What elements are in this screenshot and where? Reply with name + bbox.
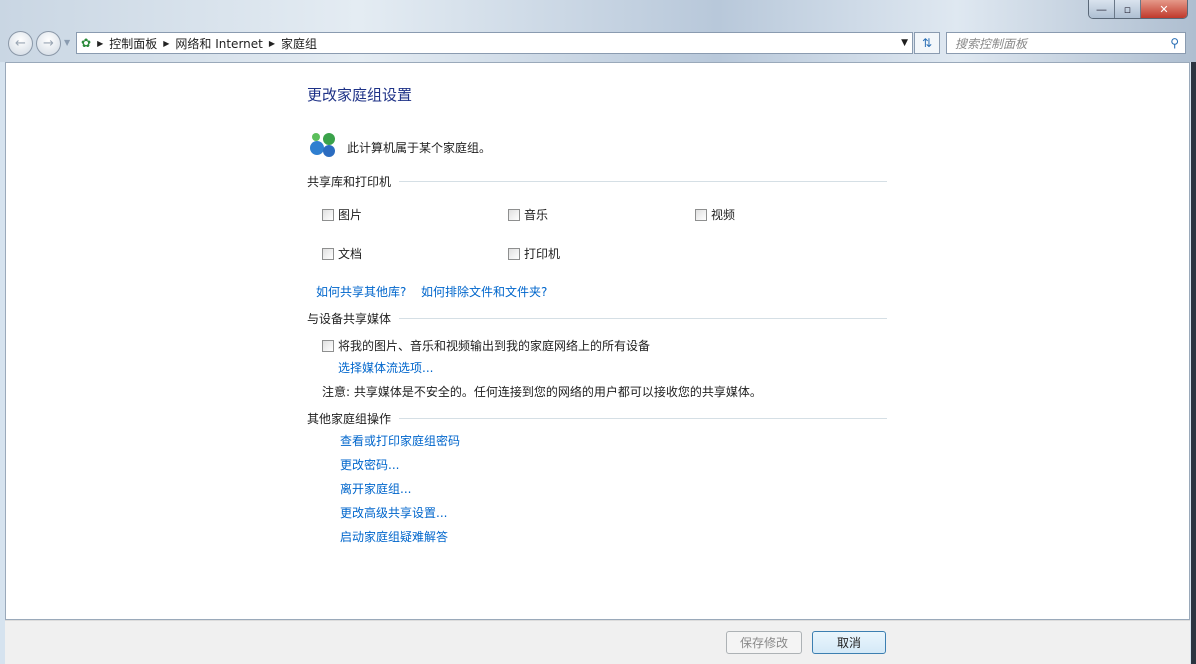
section-label: 与设备共享媒体 [307,310,391,327]
chevron-right-icon[interactable]: ▶ [163,39,169,48]
address-bar[interactable]: ✿ ▶ 控制面板 ▶ 网络和 Internet ▶ 家庭组 ▼ [76,32,913,54]
search-input[interactable]: 搜索控制面板 ⚲ [946,32,1186,54]
checkbox-videos[interactable]: 视频 [695,206,735,223]
footer-bar [5,620,1190,664]
checkbox-printers[interactable]: 打印机 [508,245,560,262]
checkbox-music[interactable]: 音乐 [508,206,548,223]
section-other-header: 其他家庭组操作 [307,410,887,427]
checkbox-label: 图片 [338,206,362,223]
section-libraries-header: 共享库和打印机 [307,173,887,190]
search-placeholder: 搜索控制面板 [955,35,1027,52]
checkbox-pictures[interactable]: 图片 [322,206,362,223]
checkbox-label: 打印机 [524,245,560,262]
checkbox-label: 视频 [711,206,735,223]
checkbox-label: 将我的图片、音乐和视频输出到我的家庭网络上的所有设备 [338,337,650,354]
homegroup-icon: ✿ [81,36,91,50]
link-leave-homegroup[interactable]: 离开家庭组... [340,480,411,497]
checkbox-documents[interactable]: 文档 [322,245,362,262]
checkbox-label: 音乐 [524,206,548,223]
link-change-password[interactable]: 更改密码... [340,456,399,473]
refresh-button[interactable]: ⇅ [914,32,940,54]
link-exclude-files[interactable]: 如何排除文件和文件夹? [421,283,547,300]
checkbox-label: 文档 [338,245,362,262]
chevron-right-icon[interactable]: ▶ [269,39,275,48]
chevron-right-icon[interactable]: ▶ [97,39,103,48]
link-media-streaming-options[interactable]: 选择媒体流选项... [338,359,433,376]
media-security-note: 注意: 共享媒体是不安全的。任何连接到您的网络的用户都可以接收您的共享媒体。 [322,383,762,400]
recent-pages-dropdown[interactable]: ▼ [64,38,70,47]
link-troubleshoot[interactable]: 启动家庭组疑难解答 [340,528,448,545]
back-button[interactable]: ← [8,31,33,56]
minimize-button[interactable]: — [1089,0,1115,18]
breadcrumb-item[interactable]: 控制面板 [109,35,157,52]
section-media-header: 与设备共享媒体 [307,310,887,327]
close-button[interactable]: ✕ [1141,0,1187,18]
homegroup-icon [307,130,339,158]
link-share-other-libraries[interactable]: 如何共享其他库? [316,283,406,300]
link-view-password[interactable]: 查看或打印家庭组密码 [340,432,460,449]
section-label: 共享库和打印机 [307,173,391,190]
homegroup-status: 此计算机属于某个家庭组。 [347,139,491,156]
save-changes-button[interactable]: 保存修改 [726,631,802,654]
address-dropdown-icon[interactable]: ▼ [901,38,908,48]
window-border [1191,62,1196,664]
maximize-button[interactable]: ▫ [1115,0,1141,18]
link-advanced-sharing[interactable]: 更改高级共享设置... [340,504,447,521]
window-controls: — ▫ ✕ [1088,0,1188,19]
checkbox-stream-media[interactable]: 将我的图片、音乐和视频输出到我的家庭网络上的所有设备 [322,337,650,354]
breadcrumb-item[interactable]: 家庭组 [281,35,317,52]
forward-button[interactable]: → [36,31,61,56]
search-icon[interactable]: ⚲ [1170,36,1179,50]
page-title: 更改家庭组设置 [307,84,412,105]
section-label: 其他家庭组操作 [307,410,391,427]
breadcrumb-item[interactable]: 网络和 Internet [175,35,262,52]
cancel-button[interactable]: 取消 [812,631,886,654]
